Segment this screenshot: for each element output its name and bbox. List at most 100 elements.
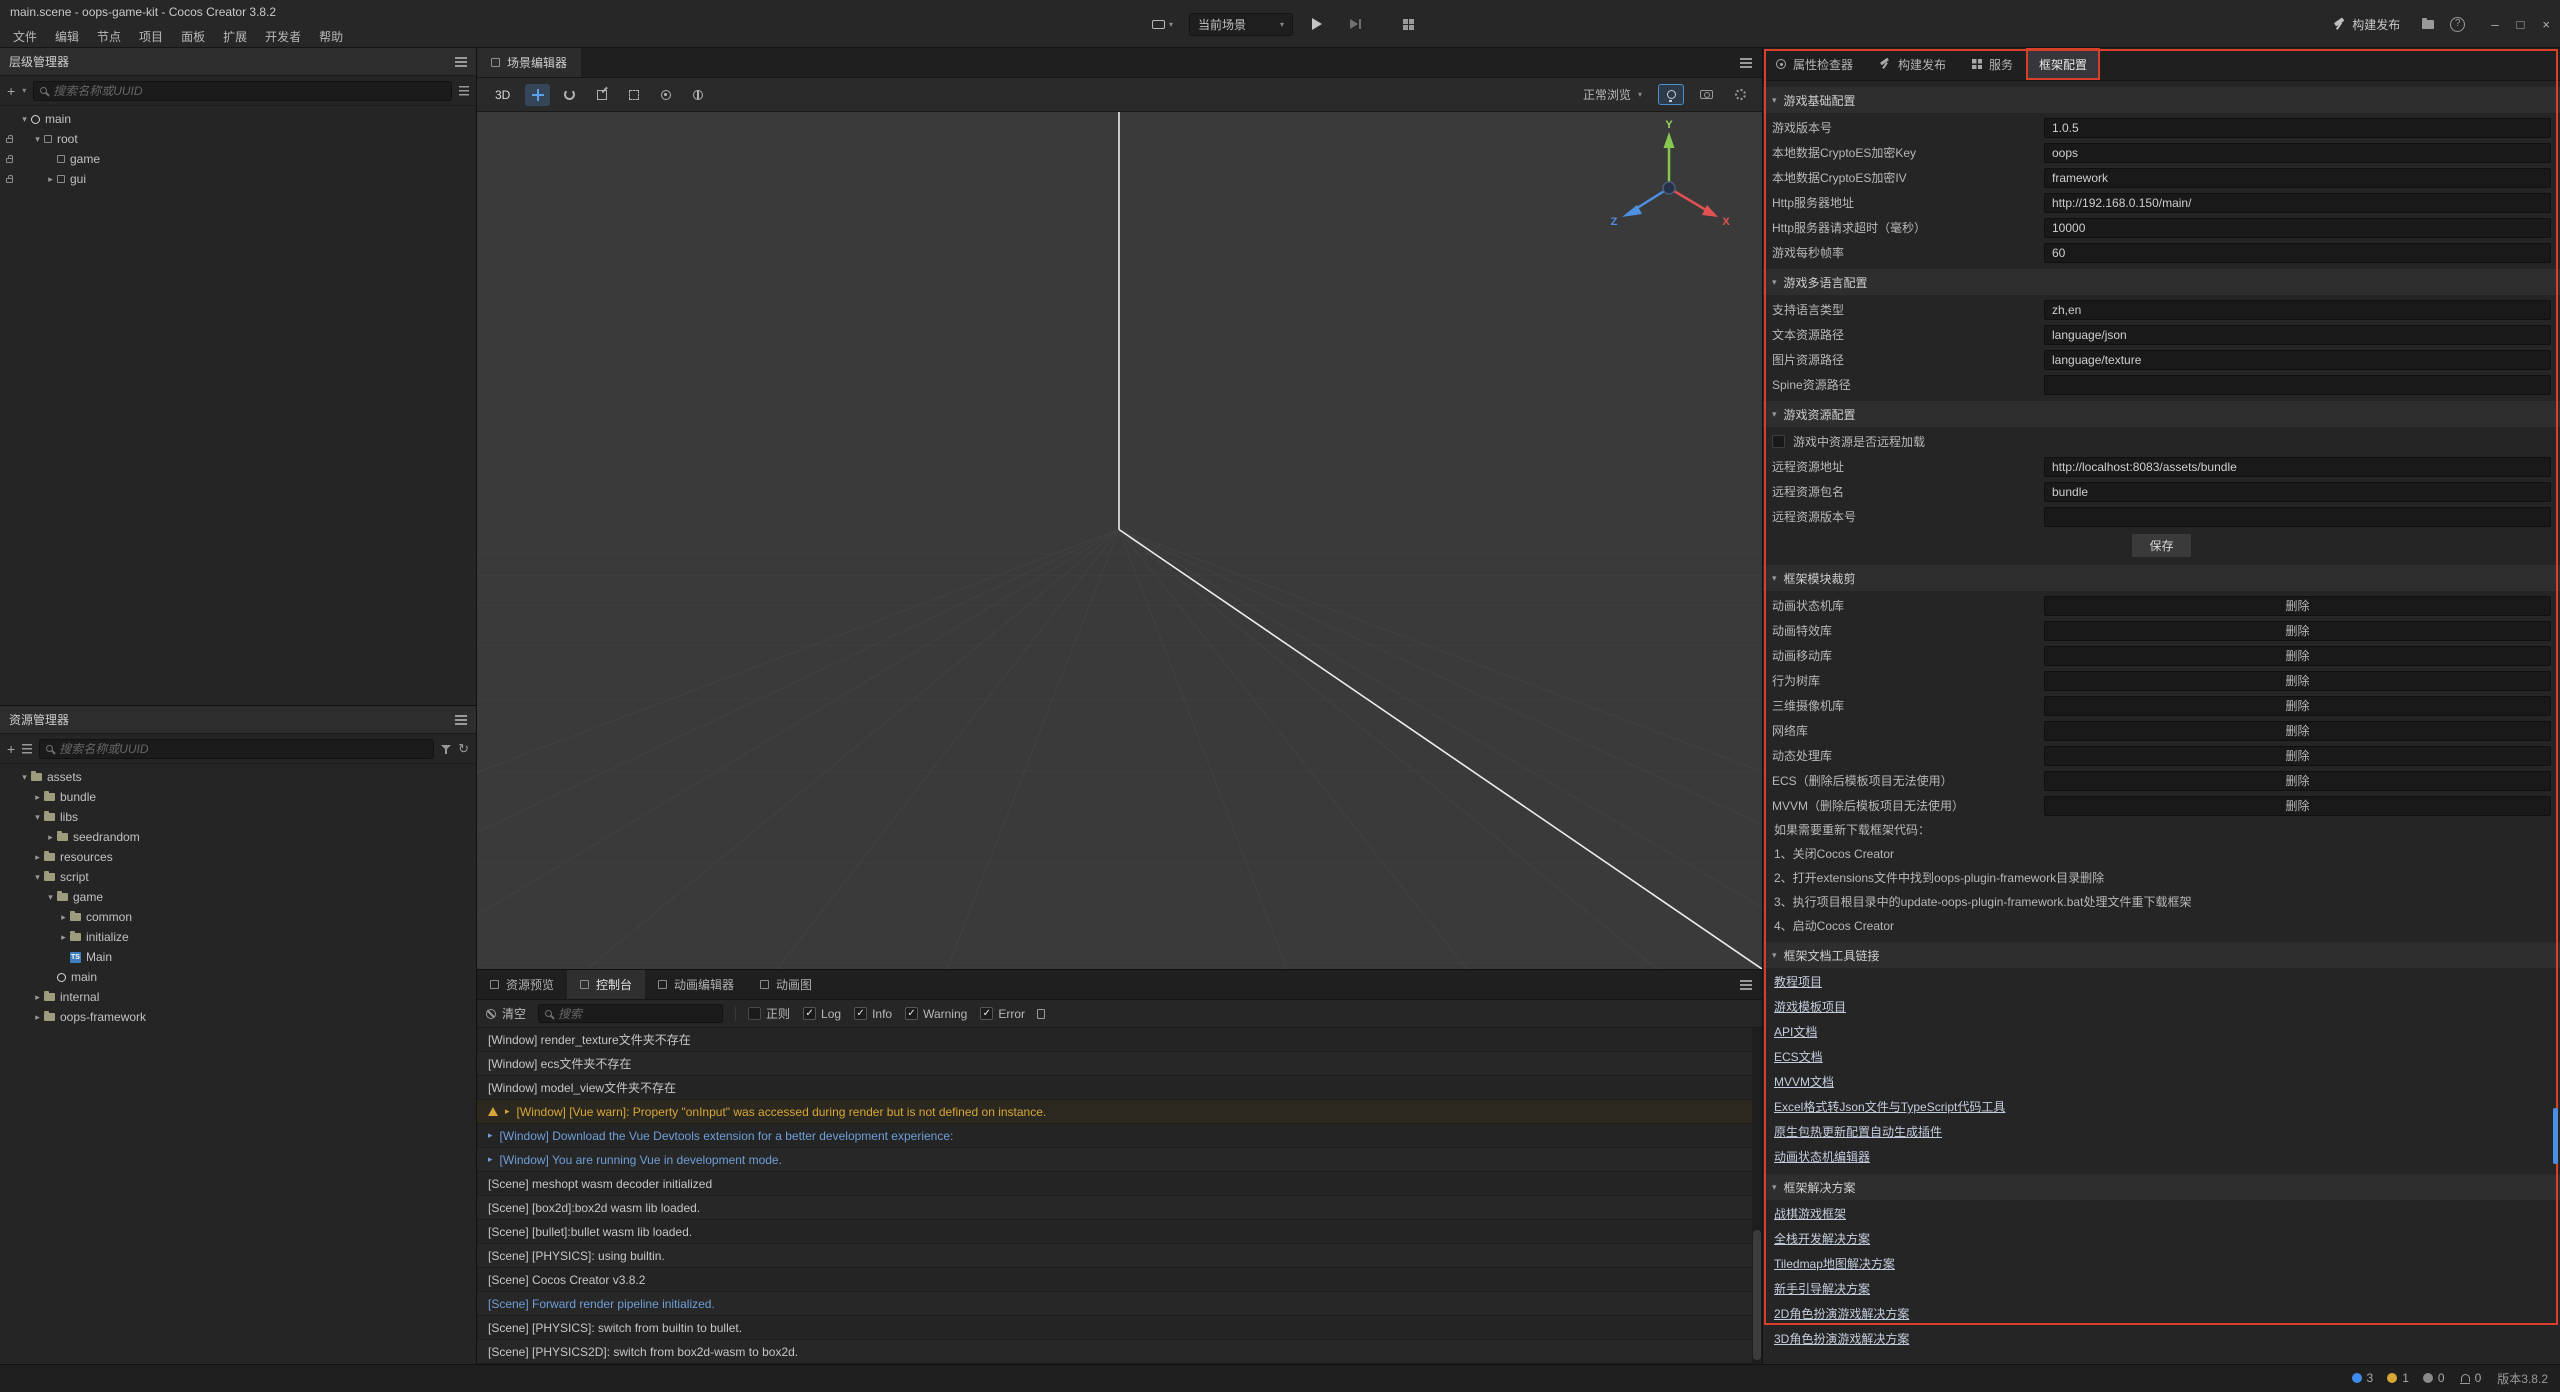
menu-item-3[interactable]: 项目 bbox=[130, 25, 172, 48]
property-input[interactable] bbox=[2044, 375, 2551, 395]
menu-item-1[interactable]: 编辑 bbox=[46, 25, 88, 48]
pivot-toggle-button[interactable] bbox=[653, 84, 678, 106]
log-row[interactable]: [Window] ecs文件夹不存在 bbox=[477, 1052, 1762, 1076]
axis-x-label[interactable]: X bbox=[1722, 216, 1730, 228]
move-tool-button[interactable] bbox=[525, 84, 550, 106]
log-row[interactable]: ▸[Window] [Vue warn]: Property "onInput"… bbox=[477, 1100, 1762, 1124]
expander-icon[interactable]: ▾ bbox=[31, 812, 44, 823]
expander-icon[interactable]: ▾ bbox=[44, 892, 57, 903]
minimize-button[interactable]: – bbox=[2491, 17, 2498, 32]
step-button[interactable] bbox=[1341, 13, 1369, 36]
gizmo-center[interactable] bbox=[1663, 182, 1675, 194]
filter-info[interactable]: ✓Info bbox=[854, 1007, 892, 1021]
inspector-tab-0[interactable]: 属性检查器 bbox=[1763, 48, 1866, 80]
save-button[interactable]: 保存 bbox=[2131, 533, 2191, 558]
axis-y-handle[interactable] bbox=[1664, 132, 1675, 148]
log-row[interactable]: [Scene] [bullet]:bullet wasm lib loaded. bbox=[477, 1220, 1762, 1244]
project-folder-icon[interactable] bbox=[2422, 20, 2434, 29]
console-tab-1[interactable]: 控制台 bbox=[567, 970, 645, 999]
panel-menu[interactable] bbox=[1730, 48, 1762, 77]
section-header[interactable]: ▾框架解决方案 bbox=[1763, 1174, 2560, 1200]
property-input[interactable] bbox=[2044, 243, 2551, 263]
assets-filter-button[interactable] bbox=[441, 744, 451, 754]
lock-icon[interactable] bbox=[6, 138, 13, 143]
warning-checkbox[interactable]: ✓ bbox=[905, 1007, 918, 1020]
console-tab-3[interactable]: 动画图 bbox=[747, 970, 825, 999]
expander-icon[interactable]: ▾ bbox=[18, 114, 31, 125]
property-input[interactable] bbox=[2044, 300, 2551, 320]
log-row[interactable]: [Scene] meshopt wasm decoder initialized bbox=[477, 1172, 1762, 1196]
menu-item-4[interactable]: 面板 bbox=[172, 25, 214, 48]
doc-link[interactable]: Excel格式转Json文件与TypeScript代码工具 bbox=[1774, 1095, 2005, 1120]
property-input[interactable] bbox=[2044, 143, 2551, 163]
rect-tool-button[interactable] bbox=[621, 84, 646, 106]
doc-link[interactable]: ECS文档 bbox=[1774, 1045, 1823, 1070]
delete-button[interactable]: 删除 bbox=[2044, 596, 2551, 616]
tree-node-common[interactable]: ▸common bbox=[0, 907, 476, 927]
tree-node-resources[interactable]: ▸resources bbox=[0, 847, 476, 867]
tree-node-game[interactable]: ▾game bbox=[0, 887, 476, 907]
scene-viewport[interactable]: Y X Z bbox=[477, 112, 1762, 969]
menu-item-2[interactable]: 节点 bbox=[88, 25, 130, 48]
expander-icon[interactable]: ▸ bbox=[488, 1130, 493, 1141]
tree-node-main[interactable]: ▾main bbox=[0, 109, 476, 129]
panel-menu[interactable] bbox=[1730, 970, 1762, 999]
inspector-tab-1[interactable]: 构建发布 bbox=[1866, 48, 1959, 80]
inspector-scrollbar-thumb[interactable] bbox=[2553, 1108, 2558, 1164]
hierarchy-search-input[interactable] bbox=[53, 84, 445, 98]
status-message-counter[interactable]: 3 bbox=[2352, 1371, 2374, 1385]
expander-icon[interactable]: ▸ bbox=[31, 992, 44, 1003]
tab-scene-editor[interactable]: 场景编辑器 bbox=[477, 48, 581, 77]
log-row[interactable]: [Scene] Cocos Creator v3.8.2 bbox=[477, 1268, 1762, 1292]
filter-error[interactable]: ✓Error bbox=[980, 1007, 1025, 1021]
menu-item-5[interactable]: 扩展 bbox=[214, 25, 256, 48]
console-search-input[interactable] bbox=[558, 1007, 716, 1021]
doc-link[interactable]: 战棋游戏框架 bbox=[1774, 1202, 1846, 1227]
build-publish-button[interactable]: 构建发布 bbox=[2327, 13, 2406, 36]
scene-select[interactable]: 当前场景 ▾ bbox=[1189, 13, 1293, 36]
error-checkbox[interactable]: ✓ bbox=[980, 1007, 993, 1020]
tree-node-root[interactable]: ▾root bbox=[0, 129, 476, 149]
axis-y-label[interactable]: Y bbox=[1665, 119, 1673, 131]
expander-icon[interactable]: ▸ bbox=[44, 832, 57, 843]
filter-warning[interactable]: ✓Warning bbox=[905, 1007, 967, 1021]
menu-item-0[interactable]: 文件 bbox=[4, 25, 46, 48]
section-header[interactable]: ▾游戏多语言配置 bbox=[1763, 269, 2560, 295]
tree-node-Main[interactable]: TSMain bbox=[0, 947, 476, 967]
section-header[interactable]: ▾游戏基础配置 bbox=[1763, 87, 2560, 113]
delete-button[interactable]: 删除 bbox=[2044, 746, 2551, 766]
log-checkbox[interactable]: ✓ bbox=[803, 1007, 816, 1020]
help-icon[interactable]: ? bbox=[2450, 17, 2465, 32]
tree-node-gui[interactable]: ▸gui bbox=[0, 169, 476, 189]
layout-icon[interactable] bbox=[1403, 19, 1414, 30]
scrollbar-thumb[interactable] bbox=[1753, 1230, 1761, 1360]
doc-link[interactable]: MVVM文档 bbox=[1774, 1070, 1834, 1095]
remote-load-checkbox[interactable] bbox=[1772, 435, 1785, 448]
assets-refresh-button[interactable]: ↻ bbox=[458, 742, 469, 755]
expander-icon[interactable]: ▸ bbox=[57, 932, 70, 943]
mode-3d-toggle[interactable]: 3D bbox=[487, 86, 518, 104]
tree-node-initialize[interactable]: ▸initialize bbox=[0, 927, 476, 947]
doc-link[interactable]: 原生包热更新配置自动生成插件 bbox=[1774, 1120, 1942, 1145]
tree-node-oops-framework[interactable]: ▸oops-framework bbox=[0, 1007, 476, 1027]
tree-node-game[interactable]: game bbox=[0, 149, 476, 169]
property-input[interactable] bbox=[2044, 457, 2551, 477]
tree-node-seedrandom[interactable]: ▸seedrandom bbox=[0, 827, 476, 847]
property-input[interactable] bbox=[2044, 168, 2551, 188]
log-row[interactable]: [Scene] [PHYSICS]: using builtin. bbox=[477, 1244, 1762, 1268]
log-row[interactable]: ▸[Window] You are running Vue in develop… bbox=[477, 1148, 1762, 1172]
doc-link[interactable]: API文档 bbox=[1774, 1020, 1817, 1045]
console-tab-0[interactable]: 资源预览 bbox=[477, 970, 567, 999]
lock-icon[interactable] bbox=[6, 158, 13, 163]
filter-regex[interactable]: 正则 bbox=[748, 1005, 790, 1022]
tree-node-internal[interactable]: ▸internal bbox=[0, 987, 476, 1007]
property-input[interactable] bbox=[2044, 325, 2551, 345]
doc-link[interactable]: 3D角色扮演游戏解决方案 bbox=[1774, 1327, 1909, 1352]
expander-icon[interactable]: ▸ bbox=[31, 1012, 44, 1023]
expander-icon[interactable]: ▸ bbox=[44, 174, 57, 185]
axis-x-handle[interactable] bbox=[1702, 205, 1718, 217]
log-row[interactable]: [Scene] Forward render pipeline initiali… bbox=[477, 1292, 1762, 1316]
lock-icon[interactable] bbox=[6, 178, 13, 183]
assets-sort-button[interactable] bbox=[22, 744, 32, 754]
doc-link[interactable]: 游戏模板项目 bbox=[1774, 995, 1846, 1020]
